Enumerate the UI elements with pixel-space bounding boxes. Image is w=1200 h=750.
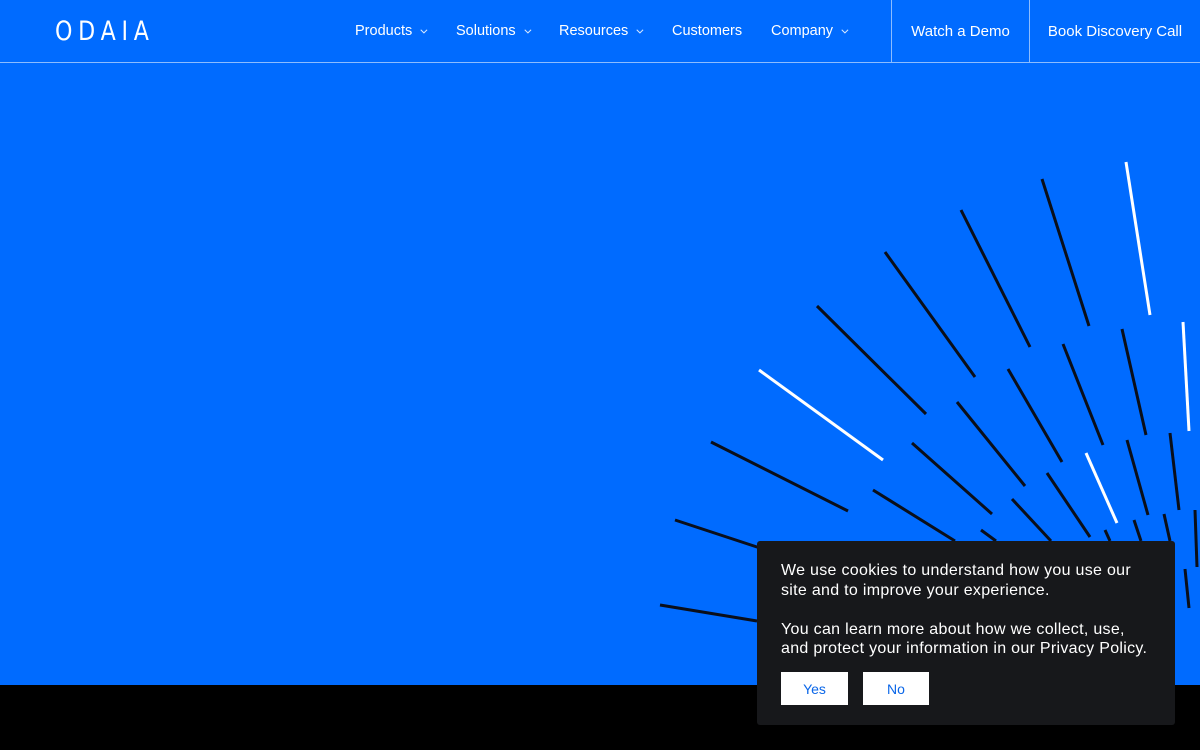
chevron-down-icon [841, 26, 849, 34]
ray-line [1193, 509, 1199, 568]
ray-line [659, 603, 758, 623]
ray-line [1103, 529, 1112, 542]
ray-line [911, 441, 993, 516]
nav-resources[interactable]: Resources [559, 0, 644, 62]
top-navbar: ODAIA Products Solutions Resources Custo… [0, 0, 1200, 63]
nav-resources-label: Resources [559, 23, 629, 39]
ray-line [1168, 432, 1181, 511]
ray-line [1181, 321, 1191, 432]
nav-solutions-label: Solutions [456, 23, 516, 39]
ray-line [815, 304, 928, 416]
book-discovery-call-button[interactable]: Book Discovery Call [1029, 0, 1200, 62]
nav-customers-label: Customers [672, 23, 743, 39]
watch-demo-button[interactable]: Watch a Demo [891, 0, 1029, 62]
ray-line [710, 440, 849, 513]
nav-company[interactable]: Company [771, 0, 849, 62]
odaia-logo[interactable]: ODAIA [55, 16, 155, 47]
ray-line [1006, 368, 1064, 463]
ray-line [758, 368, 884, 462]
cookie-consent-banner: We use cookies to understand how you use… [757, 541, 1175, 725]
ray-line [1132, 519, 1143, 542]
nav-company-label: Company [771, 23, 834, 39]
ray-line [674, 518, 761, 550]
chevron-down-icon [636, 26, 644, 34]
nav-solutions[interactable]: Solutions [456, 0, 532, 62]
nav-products-label: Products [355, 23, 413, 39]
ray-line [980, 528, 997, 543]
cookie-no-button[interactable]: No [863, 672, 929, 705]
ray-line [1084, 452, 1119, 524]
cookie-privacy-message: You can learn more about how we collect,… [781, 620, 1148, 658]
chevron-down-icon [524, 26, 532, 34]
ray-line [1010, 497, 1053, 543]
ray-line [959, 209, 1032, 348]
ray-line [1045, 472, 1092, 538]
ray-line [1125, 439, 1150, 516]
ray-line [1124, 161, 1152, 316]
cookie-message: We use cookies to understand how you use… [781, 562, 1131, 599]
ray-line [955, 401, 1027, 487]
ray-line [1040, 178, 1091, 327]
nav-customers[interactable]: Customers [672, 0, 742, 62]
cookie-yes-button[interactable]: Yes [781, 672, 848, 705]
ray-line [1183, 568, 1191, 609]
nav-products[interactable]: Products [355, 0, 428, 62]
chevron-down-icon [420, 26, 428, 34]
ray-line [1162, 513, 1172, 542]
ray-line [1061, 343, 1105, 446]
ray-line [1120, 328, 1148, 436]
ray-line [883, 251, 977, 378]
cookie-buttons: Yes No [781, 672, 929, 705]
ray-line [872, 488, 956, 543]
